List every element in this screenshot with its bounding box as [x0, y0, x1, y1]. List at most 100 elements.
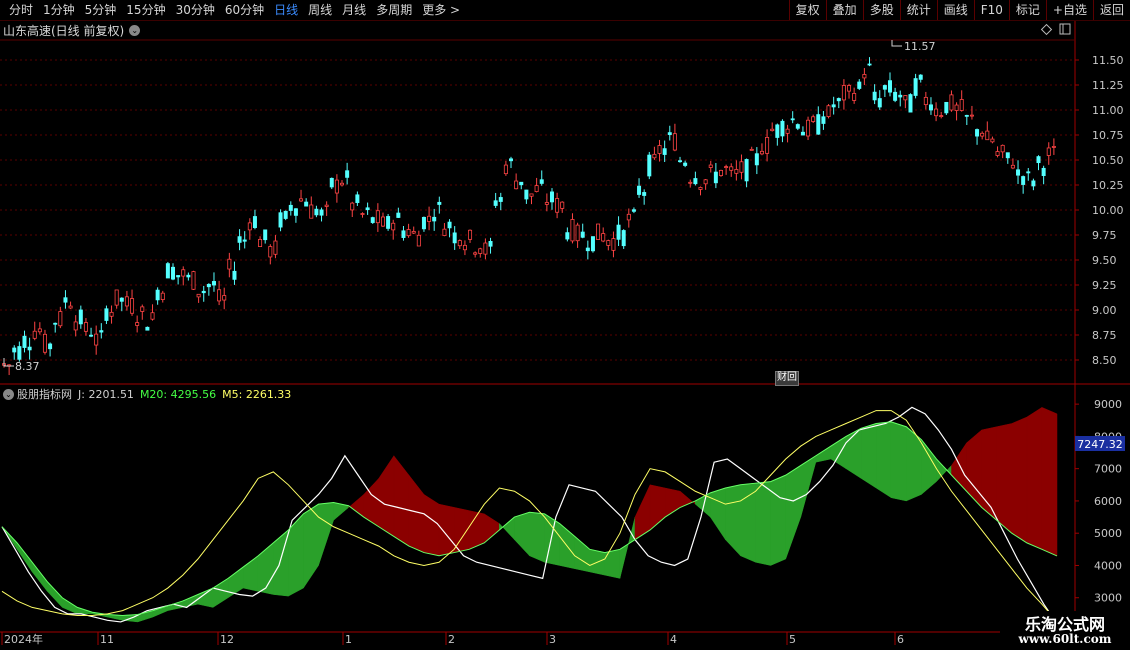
candle-body	[534, 185, 539, 192]
time-axis-label: 3	[549, 633, 556, 646]
candle-body	[309, 204, 314, 219]
candle-body	[37, 328, 42, 333]
candle-body	[928, 104, 933, 111]
candle-body	[596, 223, 601, 240]
candle-body	[201, 290, 206, 294]
price-grid	[0, 59, 1075, 361]
candle-body	[908, 94, 913, 113]
candle-body	[1010, 164, 1015, 169]
indicator-fill-segment	[46, 580, 63, 609]
candle-body	[432, 216, 437, 222]
candle-body	[191, 271, 196, 290]
candle-body	[877, 98, 882, 108]
candle-body	[227, 258, 232, 270]
candle-body	[1031, 180, 1036, 187]
candle-body	[1046, 147, 1051, 156]
candle-body	[616, 224, 621, 240]
indicator-fill-segment	[1011, 416, 1028, 544]
candle-body	[898, 94, 903, 98]
finance-report-badge[interactable]: 财回	[775, 371, 799, 386]
indicator-fill-segment	[755, 481, 771, 566]
indicator-fill-segment	[710, 487, 726, 541]
indicator-fill-segment	[574, 535, 591, 573]
candle-body	[729, 166, 734, 171]
candle-body	[247, 222, 252, 231]
candle-body	[452, 232, 457, 244]
candle-body	[718, 169, 723, 176]
candle-body	[206, 283, 211, 288]
candle-body	[565, 232, 570, 240]
chevron-down-icon[interactable]: ⌄	[3, 388, 14, 400]
indicator-tick-label: 3000	[1094, 592, 1122, 605]
candle-body	[278, 212, 283, 228]
price-tick-label: 8.50	[1092, 354, 1117, 367]
candle-body	[140, 306, 145, 312]
time-axis-label: 4	[670, 633, 677, 646]
candle-body	[155, 289, 160, 301]
candle-body	[58, 311, 63, 327]
indicator-fill-segment	[514, 511, 530, 557]
candle-body	[739, 161, 744, 173]
candle-body	[386, 216, 391, 229]
indicator-fill-segment	[785, 464, 802, 560]
candle-body	[923, 96, 928, 106]
high-price-annotation: 11.57	[891, 40, 936, 53]
indicator-fill-segment	[890, 421, 907, 502]
indicator-fill-segment	[378, 454, 395, 537]
diamond-icon[interactable]	[1040, 23, 1053, 36]
indicator-fill-segment	[996, 423, 1013, 534]
candle-body	[964, 114, 969, 117]
candle-body	[678, 160, 683, 163]
price-tick-label: 9.25	[1092, 279, 1117, 292]
candle-body	[1036, 156, 1041, 164]
candle-body	[73, 321, 78, 331]
candle-body	[611, 238, 616, 251]
candle-body	[524, 189, 529, 200]
indicator-fill-segment	[303, 503, 319, 589]
candle-body	[985, 130, 990, 141]
candle-body	[416, 234, 421, 247]
candle-body	[104, 308, 109, 321]
panel-toggle-icon[interactable]	[1059, 23, 1071, 35]
time-axis-label: 11	[100, 633, 114, 646]
time-axis-label: 12	[220, 633, 234, 646]
indicator-tick-label: 9000	[1094, 398, 1122, 411]
candle-body	[969, 114, 974, 117]
time-axis-label: 5	[789, 633, 796, 646]
candle-body	[847, 85, 852, 92]
candle-body	[570, 219, 575, 242]
candle-body	[903, 95, 908, 101]
time-axis-label: 6	[897, 633, 904, 646]
candle-body	[647, 154, 652, 177]
price-tick-label: 8.75	[1092, 329, 1117, 342]
candle-body	[672, 133, 677, 151]
candle-body	[549, 191, 554, 203]
candle-body	[872, 91, 877, 101]
candle-body	[78, 309, 83, 325]
candle-body	[539, 179, 544, 184]
candle-body	[749, 148, 754, 151]
candle-body	[283, 210, 288, 219]
candle-body	[621, 230, 626, 247]
candle-body	[145, 326, 150, 331]
current-value-label: 7247.32	[1077, 438, 1123, 451]
candle-body	[806, 119, 811, 137]
kline-chart[interactable]: 11.50 11.25 11.00 10.75 10.50 10.25 10.00 9.75 9…	[0, 0, 1130, 650]
indicator-fill-segment	[393, 455, 410, 547]
candle-body	[816, 114, 821, 135]
candle-body	[334, 179, 339, 194]
candle-body	[887, 80, 892, 93]
indicator-fill-segment	[1041, 406, 1058, 557]
candle-body	[503, 164, 508, 175]
indicator-fill-segment	[318, 502, 334, 566]
candle-body	[252, 216, 257, 229]
candle-body	[770, 128, 775, 132]
candle-body	[514, 180, 519, 190]
indicator-fill-segment	[679, 490, 696, 508]
m5-value: M5: 2261.33	[222, 387, 292, 401]
candle-body	[99, 330, 104, 333]
indicator-fill-segment	[875, 421, 892, 499]
candle-body	[293, 208, 298, 216]
candle-body	[442, 228, 447, 236]
indicator-fill-segment	[604, 549, 621, 579]
